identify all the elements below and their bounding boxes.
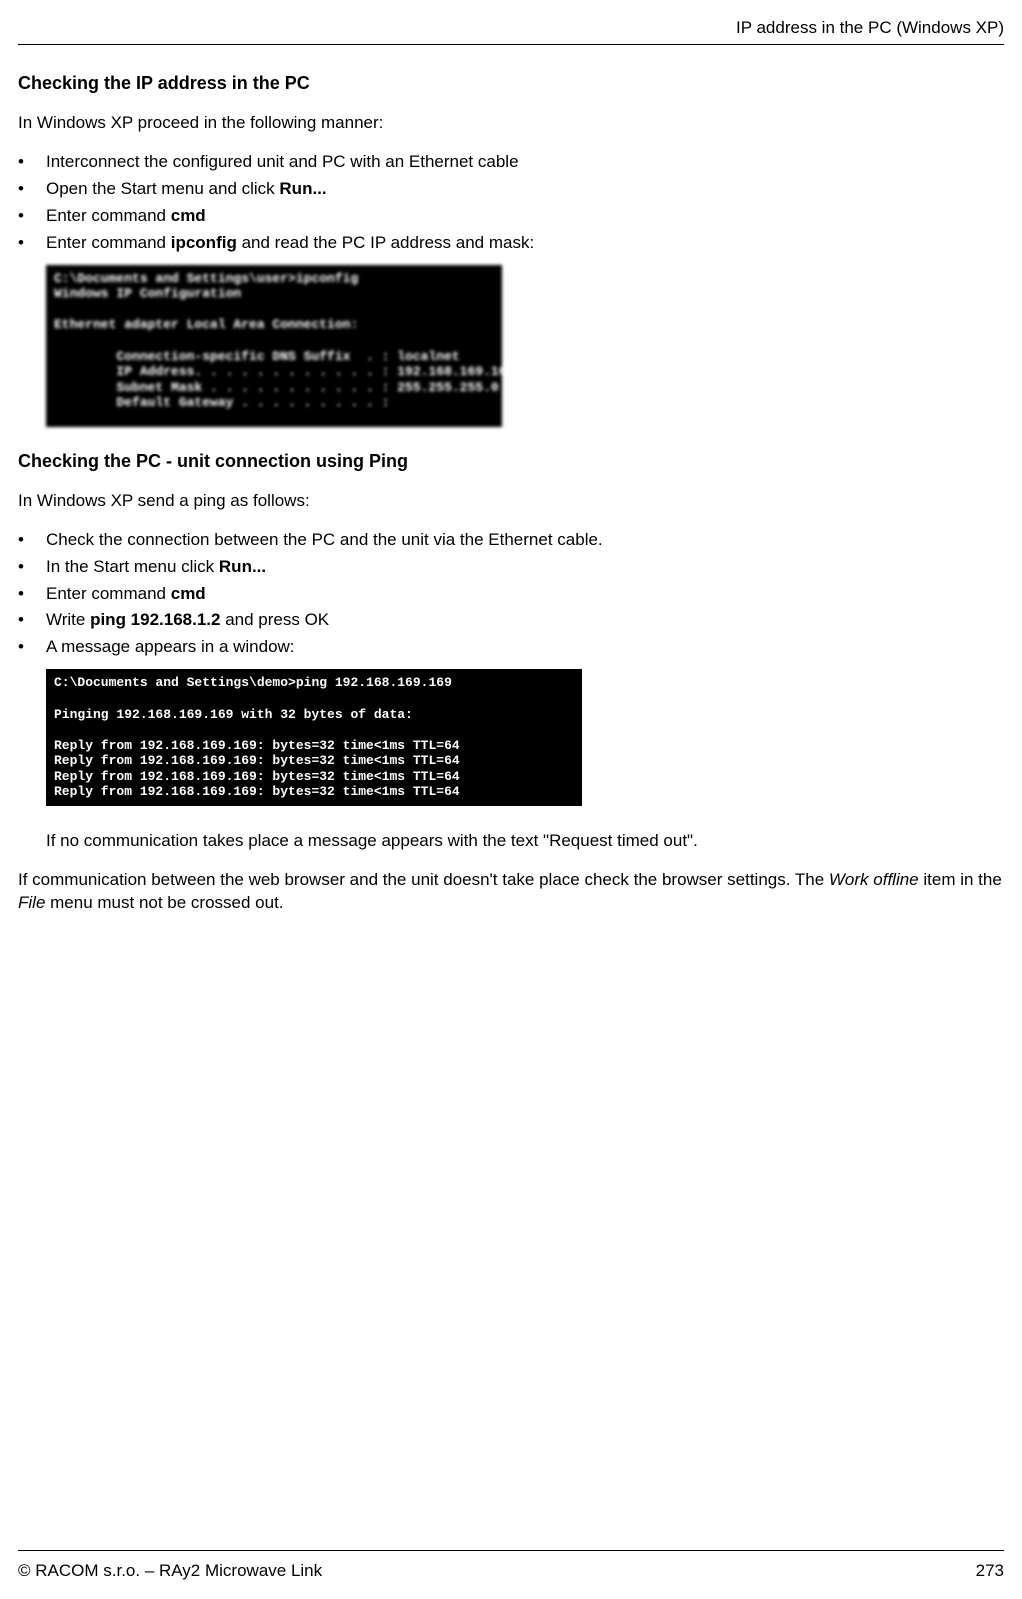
page-footer: © RACOM s.r.o. – RAy2 Microwave Link 273	[18, 1550, 1004, 1599]
section1-heading: Checking the IP address in the PC	[18, 73, 1004, 94]
section2-list: •Check the connection between the PC and…	[18, 529, 1004, 660]
terminal-ipconfig: C:\Documents and Settings\user>ipconfig …	[46, 265, 502, 427]
page-header: IP address in the PC (Windows XP)	[18, 18, 1004, 45]
list-item: •Enter command cmd	[18, 205, 1004, 228]
section1-intro: In Windows XP proceed in the following m…	[18, 112, 1004, 135]
list-item: •Enter command cmd	[18, 583, 1004, 606]
list-item: •A message appears in a window:	[18, 636, 1004, 659]
list-item: •In the Start menu click Run...	[18, 556, 1004, 579]
header-title: IP address in the PC (Windows XP)	[736, 18, 1004, 37]
footer-page-number: 273	[976, 1561, 1004, 1581]
section2-timeout-note: If no communication takes place a messag…	[46, 830, 1004, 853]
list-item: •Interconnect the configured unit and PC…	[18, 151, 1004, 174]
page-content: Checking the IP address in the PC In Win…	[18, 73, 1004, 1550]
footer-left: © RACOM s.r.o. – RAy2 Microwave Link	[18, 1561, 322, 1581]
section1-list: •Interconnect the configured unit and PC…	[18, 151, 1004, 255]
list-item: •Enter command ipconfig and read the PC …	[18, 232, 1004, 255]
list-item: •Check the connection between the PC and…	[18, 529, 1004, 552]
section2-intro: In Windows XP send a ping as follows:	[18, 490, 1004, 513]
list-item: •Write ping 192.168.1.2 and press OK	[18, 609, 1004, 632]
section2-heading: Checking the PC - unit connection using …	[18, 451, 1004, 472]
terminal-ping: C:\Documents and Settings\demo>ping 192.…	[46, 669, 582, 806]
list-item: •Open the Start menu and click Run...	[18, 178, 1004, 201]
section2-closing: If communication between the web browser…	[18, 869, 1004, 915]
